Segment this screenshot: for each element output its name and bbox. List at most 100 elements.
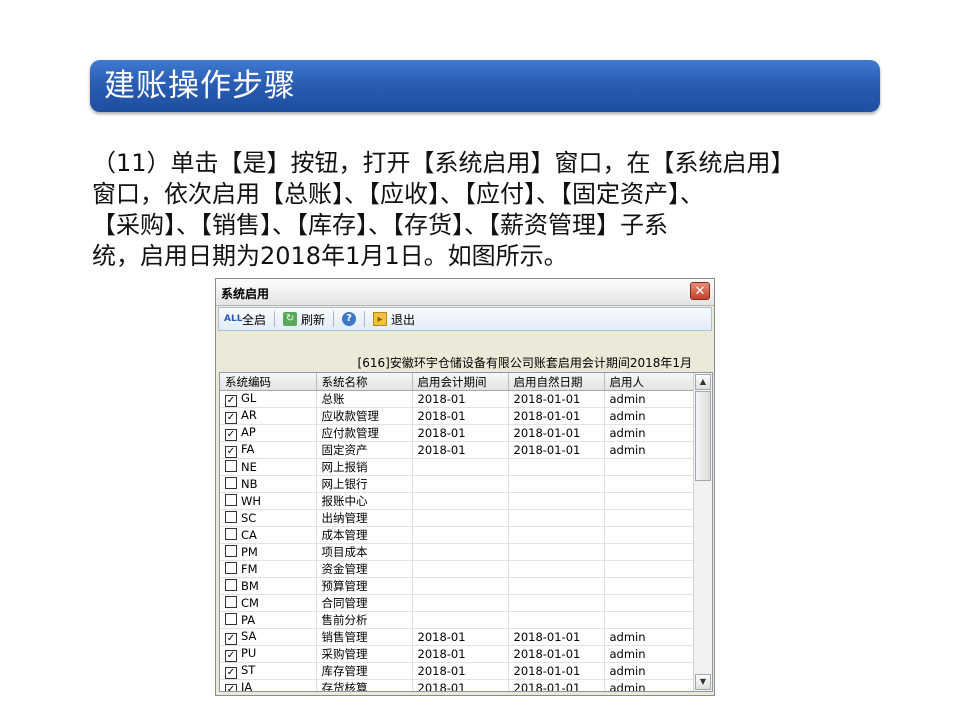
cell-date <box>508 509 605 527</box>
cell-period: 2018-01 <box>412 441 509 459</box>
checkbox-unchecked[interactable] <box>225 494 237 506</box>
cell-code[interactable]: ✓ PU <box>220 645 317 663</box>
cell-code[interactable]: WH <box>220 492 317 510</box>
exit-button[interactable]: ▸ 退出 <box>368 309 420 329</box>
scroll-thumb[interactable] <box>695 391 711 481</box>
info-area: [616]安徽环宇仓储设备有限公司账套启用会计期间2018年1月 <box>218 332 712 372</box>
checkbox-unchecked[interactable] <box>225 460 237 472</box>
table-row[interactable]: CA 成本管理 <box>220 526 695 544</box>
scroll-down-arrow-icon[interactable]: ▼ <box>695 674 711 690</box>
paragraph-line: 统，启用日期为2018年1月1日。如图所示。 <box>92 242 568 270</box>
column-header-date[interactable]: 启用自然日期 <box>508 373 605 391</box>
table-row[interactable]: ✓ SA 销售管理 2018-01 2018-01-01 admin <box>220 628 695 646</box>
help-icon: ? <box>342 312 357 326</box>
checkbox-checked[interactable]: ✓ <box>225 684 237 691</box>
table-row[interactable]: ✓ AR 应收款管理 2018-01 2018-01-01 admin <box>220 407 695 425</box>
checkbox-checked[interactable]: ✓ <box>225 667 237 679</box>
table-row[interactable]: ✓ GL 总账 2018-01 2018-01-01 admin <box>220 390 695 408</box>
table-row[interactable]: ✓ AP 应付款管理 2018-01 2018-01-01 admin <box>220 424 695 442</box>
checkbox-unchecked[interactable] <box>225 579 237 591</box>
cell-code[interactable]: ✓ ST <box>220 662 317 680</box>
cell-code[interactable]: NB <box>220 475 317 493</box>
cell-code[interactable]: CM <box>220 594 317 612</box>
table-row[interactable]: WH 报账中心 <box>220 492 695 510</box>
checkbox-unchecked[interactable] <box>225 545 237 557</box>
system-code: BM <box>241 579 259 593</box>
checkbox-unchecked[interactable] <box>225 477 237 489</box>
cell-code[interactable]: ✓ AP <box>220 424 317 442</box>
table-row[interactable]: ✓ ST 库存管理 2018-01 2018-01-01 admin <box>220 662 695 680</box>
cell-user: admin <box>604 390 695 408</box>
table-row[interactable]: BM 预算管理 <box>220 577 695 595</box>
cell-date <box>508 526 605 544</box>
checkbox-unchecked[interactable] <box>225 613 237 625</box>
table-row[interactable]: SC 出纳管理 <box>220 509 695 527</box>
system-code: GL <box>241 391 257 405</box>
cell-code[interactable]: BM <box>220 577 317 595</box>
cell-code[interactable]: ✓ AR <box>220 407 317 425</box>
table-row[interactable]: ✓ IA 存货核算 2018-01 2018-01-01 admin <box>220 679 695 691</box>
table-row[interactable]: NE 网上报销 <box>220 458 695 476</box>
cell-name: 出纳管理 <box>316 509 413 527</box>
refresh-icon: ↻ <box>283 312 298 326</box>
cell-date: 2018-01-01 <box>508 390 605 408</box>
cell-code[interactable]: SC <box>220 509 317 527</box>
table-row[interactable]: ✓ FA 固定资产 2018-01 2018-01-01 admin <box>220 441 695 459</box>
cell-code[interactable]: ✓ GL <box>220 390 317 408</box>
table-row[interactable]: NB 网上银行 <box>220 475 695 493</box>
checkbox-checked[interactable]: ✓ <box>225 395 237 407</box>
cell-user <box>604 475 695 493</box>
enable-all-button[interactable]: ALL 全启 <box>219 309 271 329</box>
system-code: FA <box>241 442 255 456</box>
column-header-name[interactable]: 系统名称 <box>316 373 413 391</box>
exit-label: 退出 <box>391 312 416 327</box>
cell-code[interactable]: FM <box>220 560 317 578</box>
cell-name: 网上银行 <box>316 475 413 493</box>
toolbar-separator <box>364 311 366 327</box>
column-header-period[interactable]: 启用会计期间 <box>412 373 509 391</box>
table-row[interactable]: PA 售前分析 <box>220 611 695 629</box>
checkbox-checked[interactable]: ✓ <box>225 412 237 424</box>
checkbox-checked[interactable]: ✓ <box>225 446 237 458</box>
table-row[interactable]: PM 项目成本 <box>220 543 695 561</box>
checkbox-unchecked[interactable] <box>225 562 237 574</box>
checkbox-checked[interactable]: ✓ <box>225 429 237 441</box>
dialog-toolbar: ALL 全启 ↻ 刷新 ? ▸ 退出 <box>218 307 712 331</box>
checkbox-unchecked[interactable] <box>225 528 237 540</box>
cell-code[interactable]: ✓ SA <box>220 628 317 646</box>
column-header-code[interactable]: 系统编码 <box>220 373 317 391</box>
cell-code[interactable]: PA <box>220 611 317 629</box>
cell-user <box>604 560 695 578</box>
cell-date <box>508 577 605 595</box>
system-code: WH <box>241 494 262 508</box>
cell-period <box>412 526 509 544</box>
table-row[interactable]: CM 合同管理 <box>220 594 695 612</box>
table-row[interactable]: FM 资金管理 <box>220 560 695 578</box>
column-header-user[interactable]: 启用人 <box>604 373 695 391</box>
cell-code[interactable]: NE <box>220 458 317 476</box>
cell-date: 2018-01-01 <box>508 424 605 442</box>
cell-name: 资金管理 <box>316 560 413 578</box>
checkbox-unchecked[interactable] <box>225 511 237 523</box>
cell-code[interactable]: CA <box>220 526 317 544</box>
cell-code[interactable]: PM <box>220 543 317 561</box>
cell-period <box>412 594 509 612</box>
system-code: PM <box>241 545 258 559</box>
cell-date <box>508 492 605 510</box>
cell-date: 2018-01-01 <box>508 662 605 680</box>
dialog-titlebar: 系统启用 ✕ <box>216 279 714 306</box>
help-button[interactable]: ? <box>337 309 361 329</box>
cell-code[interactable]: ✓ IA <box>220 679 317 691</box>
checkbox-checked[interactable]: ✓ <box>225 633 237 645</box>
cell-code[interactable]: ✓ FA <box>220 441 317 459</box>
checkbox-checked[interactable]: ✓ <box>225 650 237 662</box>
table-row[interactable]: ✓ PU 采购管理 2018-01 2018-01-01 admin <box>220 645 695 663</box>
checkbox-unchecked[interactable] <box>225 596 237 608</box>
cell-user: admin <box>604 424 695 442</box>
cell-user: admin <box>604 662 695 680</box>
system-code: PA <box>241 613 256 627</box>
close-button[interactable]: ✕ <box>690 282 710 300</box>
refresh-button[interactable]: ↻ 刷新 <box>278 309 330 329</box>
scroll-up-arrow-icon[interactable]: ▲ <box>695 374 711 390</box>
vertical-scrollbar[interactable]: ▲ ▼ <box>693 373 712 691</box>
